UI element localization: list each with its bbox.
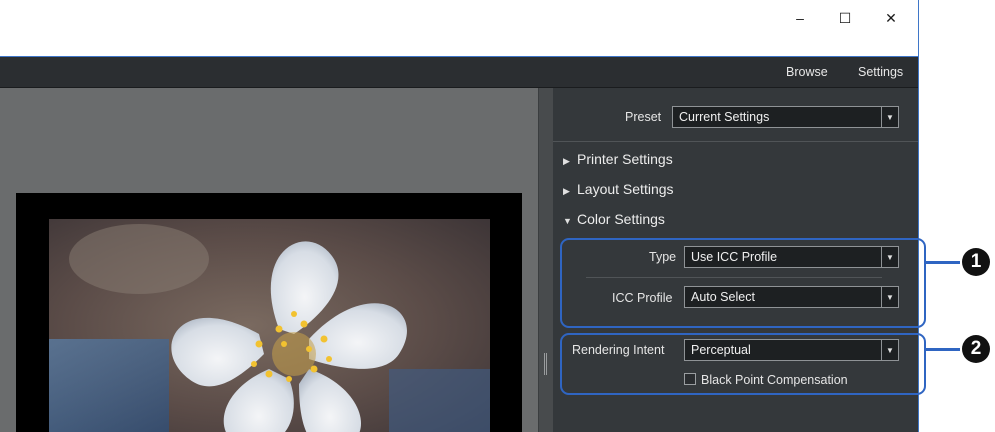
close-button[interactable]: ✕ xyxy=(868,0,914,36)
expand-arrow-icon: ▶ xyxy=(563,156,570,166)
callout-connector-2 xyxy=(926,348,960,351)
callout-box-2 xyxy=(560,333,926,395)
section-layout-settings[interactable]: ▶ Layout Settings xyxy=(563,181,674,197)
maximize-button[interactable]: ☐ xyxy=(822,0,868,36)
panel-divider xyxy=(553,141,918,142)
callout-connector-1 xyxy=(926,261,960,264)
minimize-button[interactable]: – xyxy=(777,0,823,36)
preset-label: Preset xyxy=(625,110,662,124)
section-printer-settings[interactable]: ▶ Printer Settings xyxy=(563,151,673,167)
title-bar: – ☐ ✕ xyxy=(0,0,918,57)
collapse-arrow-icon: ▼ xyxy=(563,216,572,226)
callout-badge-1: 1 xyxy=(962,248,990,276)
splitter-grip-icon[interactable] xyxy=(544,353,545,375)
menu-browse[interactable]: Browse xyxy=(786,65,828,79)
section-color-settings[interactable]: ▼ Color Settings xyxy=(563,211,665,227)
expand-arrow-icon: ▶ xyxy=(563,186,570,196)
chevron-down-icon: ▼ xyxy=(881,107,898,127)
callout-badge-2: 2 xyxy=(962,335,990,363)
preview-photo xyxy=(49,219,490,432)
print-preview-area xyxy=(0,88,538,432)
menu-bar: Browse Settings xyxy=(0,57,918,88)
menu-settings[interactable]: Settings xyxy=(858,65,903,79)
paper-preview xyxy=(16,193,522,432)
callout-box-1 xyxy=(560,238,926,328)
panel-splitter[interactable] xyxy=(538,88,554,432)
preset-select[interactable]: Current Settings ▼ xyxy=(672,106,899,128)
cherry-blossom-photo xyxy=(49,219,490,432)
